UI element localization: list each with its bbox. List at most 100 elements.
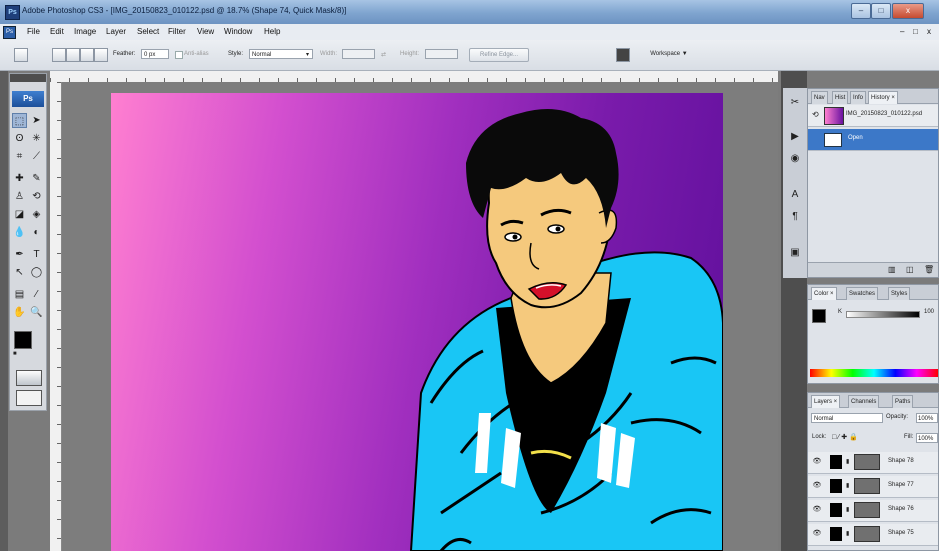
fill-input[interactable]: 100% — [916, 433, 938, 443]
antialias-checkbox[interactable] — [175, 51, 183, 59]
healing-brush-icon[interactable]: ✚ — [12, 171, 27, 186]
menu-file[interactable]: File — [27, 27, 40, 36]
tab-swatches[interactable]: Swatches — [846, 287, 879, 300]
shape-tool-icon[interactable]: ◯ — [29, 265, 44, 280]
snapshot-brush-icon[interactable]: ⟲ — [812, 110, 819, 119]
doc-restore-button[interactable]: □ — [913, 27, 918, 36]
swap-icon[interactable]: ⇄ — [381, 51, 386, 58]
visibility-eye-icon[interactable]: 👁 — [812, 481, 822, 491]
paint-bucket-icon[interactable]: ◈ — [29, 207, 44, 222]
close-button[interactable]: x — [892, 3, 924, 19]
doc-minimize-button[interactable]: – — [900, 27, 904, 36]
k-value[interactable]: 100 — [924, 309, 934, 315]
add-selection-icon[interactable] — [66, 48, 80, 62]
layer-name[interactable]: Shape 77 — [888, 482, 914, 488]
actions-panel-icon[interactable]: ▶ — [786, 128, 804, 146]
document-icon[interactable]: Ps — [3, 26, 16, 39]
marquee-tool-preset-icon[interactable] — [14, 48, 28, 62]
slice-tool-icon[interactable]: ⟋ — [29, 149, 44, 164]
marquee-tool-icon[interactable]: ⬚ — [12, 113, 27, 128]
screen-mode-button[interactable] — [16, 390, 42, 406]
tab-histogram[interactable]: Hist — [832, 91, 849, 104]
layer-row[interactable]: 👁 ▮ Shape 77 — [808, 476, 938, 498]
hand-tool-icon[interactable]: ✋ — [12, 305, 27, 320]
menu-view[interactable]: View — [197, 27, 214, 36]
path-selection-icon[interactable]: ↖ — [12, 265, 27, 280]
k-slider[interactable] — [846, 311, 920, 318]
move-tool-icon[interactable]: ➤ — [29, 113, 44, 128]
magic-wand-icon[interactable]: ✳ — [29, 131, 44, 146]
menu-help[interactable]: Help — [264, 27, 280, 36]
history-snapshot-row[interactable]: ⟲ IMG_20150823_010122.psd — [808, 105, 938, 127]
toolbox-header[interactable] — [10, 74, 46, 82]
menu-image[interactable]: Image — [74, 27, 96, 36]
tab-channels[interactable]: Channels — [848, 395, 880, 408]
menu-layer[interactable]: Layer — [106, 27, 126, 36]
eyedropper-icon[interactable]: ⁄ — [29, 287, 44, 302]
quick-mask-button[interactable] — [16, 370, 42, 386]
default-colors-icon[interactable]: ■ — [13, 351, 17, 357]
tab-navigator[interactable]: Nav — [811, 91, 828, 104]
lock-icons[interactable]: □ ⁄ ✚ 🔒 — [832, 433, 858, 441]
type-tool-icon[interactable]: T — [29, 247, 44, 262]
opacity-input[interactable]: 100% — [916, 413, 938, 423]
delete-state-icon[interactable]: 🗑 — [924, 265, 934, 274]
minimize-button[interactable]: – — [851, 3, 871, 19]
blend-mode-select[interactable]: Normal — [811, 413, 883, 423]
tool-presets-icon[interactable]: ▣ — [786, 244, 804, 262]
tab-styles[interactable]: Styles — [888, 287, 911, 300]
tab-info[interactable]: Info — [850, 91, 867, 104]
style-select[interactable]: Normal — [249, 49, 313, 59]
visibility-eye-icon[interactable]: 👁 — [812, 505, 822, 515]
doc-close-button[interactable]: x — [927, 27, 931, 36]
eraser-tool-icon[interactable]: ◪ — [12, 207, 27, 222]
menu-window[interactable]: Window — [224, 27, 252, 36]
paragraph-panel-icon[interactable]: ¶ — [786, 208, 804, 226]
layer-row[interactable]: 👁 ▮ Shape 78 — [808, 452, 938, 474]
color-ramp[interactable] — [810, 369, 938, 377]
layer-name[interactable]: Shape 76 — [888, 506, 914, 512]
tab-color[interactable]: Color × — [811, 287, 837, 300]
feather-input[interactable]: 0 px — [141, 49, 169, 59]
menu-edit[interactable]: Edit — [50, 27, 64, 36]
document-canvas[interactable] — [111, 93, 723, 551]
menu-filter[interactable]: Filter — [168, 27, 186, 36]
brush-tool-icon[interactable]: ✎ — [29, 171, 44, 186]
pen-tool-icon[interactable]: ✒ — [12, 247, 27, 262]
intersect-selection-icon[interactable] — [94, 48, 108, 62]
new-snapshot-icon[interactable]: ◫ — [906, 265, 914, 274]
color-fg-swatch[interactable] — [812, 309, 826, 323]
subtract-selection-icon[interactable] — [80, 48, 94, 62]
photoshop-app-icon[interactable]: Ps — [5, 5, 20, 20]
layer-name[interactable]: Shape 75 — [888, 530, 914, 536]
clone-stamp-icon[interactable]: ♙ — [12, 189, 27, 204]
workspace-button[interactable]: Workspace ▼ — [640, 48, 698, 60]
new-doc-from-state-icon[interactable]: ▥ — [888, 265, 896, 274]
vertical-ruler[interactable] — [50, 82, 62, 551]
history-brush-icon[interactable]: ⟲ — [29, 189, 44, 204]
tab-paths[interactable]: Paths — [892, 395, 914, 408]
height-input[interactable] — [425, 49, 458, 59]
navigator-panel-icon[interactable]: ✂ — [786, 94, 804, 112]
ps-logo-badge[interactable]: Ps — [12, 91, 44, 107]
blur-tool-icon[interactable]: 💧 — [12, 225, 27, 240]
notes-tool-icon[interactable]: ▤ — [12, 287, 27, 302]
history-state-row[interactable]: Open — [808, 129, 938, 151]
tab-layers[interactable]: Layers × — [811, 395, 841, 408]
character-panel-icon[interactable]: A — [786, 186, 804, 204]
visibility-eye-icon[interactable]: 👁 — [812, 457, 822, 467]
menu-select[interactable]: Select — [137, 27, 159, 36]
maximize-button[interactable]: □ — [871, 3, 891, 19]
info-panel-icon[interactable]: ◉ — [786, 150, 804, 168]
layer-row[interactable]: 👁 ▮ Shape 76 — [808, 500, 938, 522]
dodge-tool-icon[interactable]: ◐ — [29, 225, 44, 240]
foreground-color-swatch[interactable] — [14, 331, 32, 349]
layer-row[interactable]: 👁 ▮ Shape 75 — [808, 524, 938, 546]
layer-name[interactable]: Shape 78 — [888, 458, 914, 464]
new-selection-icon[interactable] — [52, 48, 66, 62]
lasso-tool-icon[interactable]: ʘ — [12, 131, 27, 146]
palette-well-icon[interactable] — [616, 48, 630, 62]
crop-tool-icon[interactable]: ⌗ — [12, 149, 27, 164]
style-dropdown-icon[interactable]: ▾ — [306, 51, 309, 58]
refine-edge-button[interactable]: Refine Edge... — [469, 48, 529, 62]
